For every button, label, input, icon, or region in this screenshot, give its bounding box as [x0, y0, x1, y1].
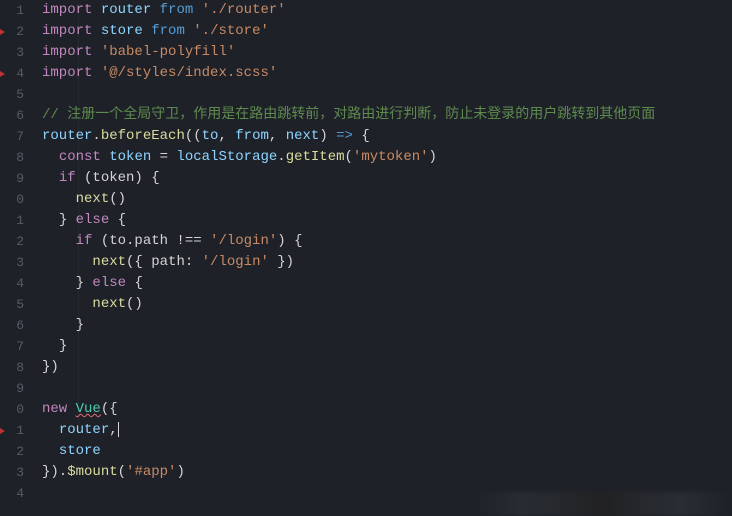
fold-marker-icon — [0, 428, 5, 434]
line-number-gutter: 1 2 3 4 5 6 7 8 9 0 1 2 3 4 5 6 7 8 9 0 … — [0, 0, 32, 516]
line-number: 4 — [0, 63, 24, 84]
line-number: 2 — [0, 441, 24, 462]
blur-overlay — [472, 492, 732, 516]
fold-marker-icon — [0, 71, 5, 77]
code-line[interactable]: if (token) { — [42, 168, 732, 189]
line-number: 4 — [0, 273, 24, 294]
code-editor[interactable]: 1 2 3 4 5 6 7 8 9 0 1 2 3 4 5 6 7 8 9 0 … — [0, 0, 732, 516]
line-number: 8 — [0, 357, 24, 378]
code-line[interactable]: // 注册一个全局守卫，作用是在路由跳转前，对路由进行判断，防止未登录的用户跳转… — [42, 105, 732, 126]
code-line[interactable]: router.beforeEach((to, from, next) => { — [42, 126, 732, 147]
line-number: 2 — [0, 231, 24, 252]
code-line[interactable]: import '@/styles/index.scss' — [42, 63, 732, 84]
line-number: 1 — [0, 210, 24, 231]
line-number: 3 — [0, 462, 24, 483]
code-line[interactable]: import store from './store' — [42, 21, 732, 42]
code-line[interactable]: next({ path: '/login' }) — [42, 252, 732, 273]
line-number: 4 — [0, 483, 24, 504]
line-number: 3 — [0, 42, 24, 63]
text-cursor — [118, 422, 119, 437]
line-number: 8 — [0, 147, 24, 168]
indent-guide — [78, 4, 79, 434]
code-line[interactable]: import 'babel-polyfill' — [42, 42, 732, 63]
line-number: 2 — [0, 21, 24, 42]
fold-marker-icon — [0, 29, 5, 35]
code-line[interactable]: } — [42, 336, 732, 357]
line-number: 0 — [0, 399, 24, 420]
code-line[interactable]: router, — [42, 420, 732, 441]
line-number: 6 — [0, 105, 24, 126]
code-line[interactable] — [42, 378, 732, 399]
code-line[interactable]: import router from './router' — [42, 0, 732, 21]
line-number: 5 — [0, 294, 24, 315]
line-number: 6 — [0, 315, 24, 336]
code-line[interactable]: } else { — [42, 210, 732, 231]
code-area[interactable]: import router from './router' import sto… — [32, 0, 732, 516]
code-line[interactable]: const token = localStorage.getItem('myto… — [42, 147, 732, 168]
line-number: 3 — [0, 252, 24, 273]
code-line[interactable]: store — [42, 441, 732, 462]
line-number: 1 — [0, 0, 24, 21]
code-line[interactable]: new Vue({ — [42, 399, 732, 420]
code-line[interactable]: next() — [42, 294, 732, 315]
code-line[interactable] — [42, 84, 732, 105]
code-line[interactable]: } else { — [42, 273, 732, 294]
code-line[interactable]: } — [42, 315, 732, 336]
line-number: 1 — [0, 420, 24, 441]
line-number: 9 — [0, 168, 24, 189]
line-number: 9 — [0, 378, 24, 399]
code-line[interactable]: next() — [42, 189, 732, 210]
code-line[interactable]: }) — [42, 357, 732, 378]
code-line[interactable]: }).$mount('#app') — [42, 462, 732, 483]
code-line[interactable]: if (to.path !== '/login') { — [42, 231, 732, 252]
line-number: 7 — [0, 336, 24, 357]
line-number: 7 — [0, 126, 24, 147]
line-number: 5 — [0, 84, 24, 105]
line-number: 0 — [0, 189, 24, 210]
